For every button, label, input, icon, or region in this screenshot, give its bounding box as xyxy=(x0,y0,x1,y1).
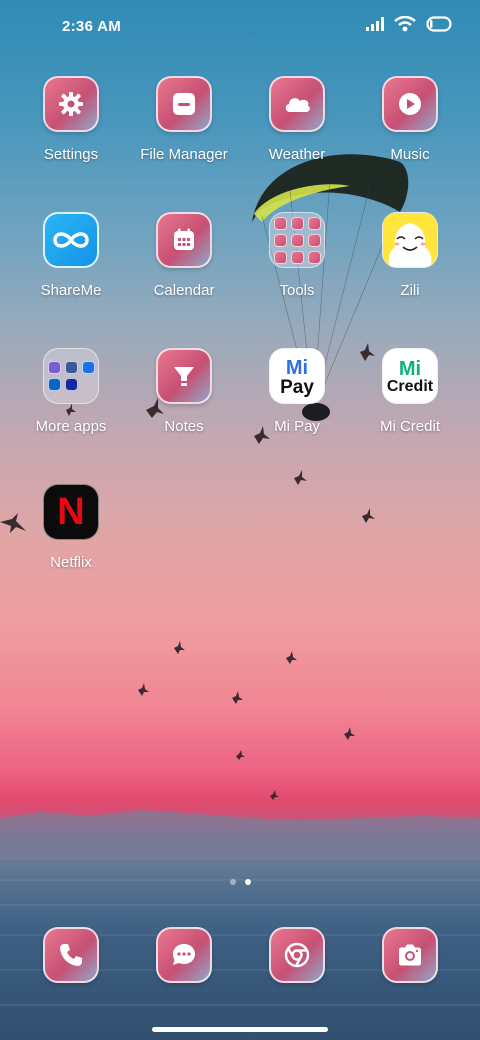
mini-app-icon xyxy=(307,233,321,247)
mi-credit-icon: Mi Credit xyxy=(382,348,438,404)
app-label: Mi Pay xyxy=(274,418,320,435)
app-label: Settings xyxy=(43,146,99,163)
settings-icon xyxy=(43,76,99,132)
app-label: Netflix xyxy=(50,554,92,571)
dock-phone[interactable] xyxy=(43,927,99,983)
app-label: Mi Credit xyxy=(379,418,440,435)
app-mi-credit[interactable]: Mi Credit Mi Credit xyxy=(354,348,466,435)
cellular-signal-icon xyxy=(366,17,384,31)
page-indicator xyxy=(0,879,480,885)
app-file-manager[interactable]: File Manager xyxy=(128,76,240,163)
folder-more-apps[interactable]: More apps xyxy=(15,348,127,435)
mi-pay-icon-bottom: Pay xyxy=(280,376,314,398)
app-label: Zili xyxy=(400,282,420,299)
calendar-icon xyxy=(156,212,212,268)
more-apps-folder-icon xyxy=(43,348,99,404)
mini-app-icon xyxy=(307,250,321,264)
zili-face-icon xyxy=(382,212,438,268)
status-time: 2:36 AM xyxy=(62,18,122,35)
wifi-icon xyxy=(394,16,416,32)
app-weather[interactable]: Weather xyxy=(241,76,353,163)
mi-pay-icon-top: Mi xyxy=(285,356,309,379)
tools-folder-icon xyxy=(269,212,325,268)
mini-app-icon xyxy=(290,250,304,264)
mini-app-icon xyxy=(273,216,287,230)
mi-credit-icon-top: Mi xyxy=(398,358,422,380)
app-mi-pay[interactable]: Mi Pay Mi Pay xyxy=(241,348,353,435)
chrome-icon xyxy=(284,942,310,968)
dock-chrome[interactable] xyxy=(269,927,325,983)
status-bar: 2:36 AM xyxy=(0,0,480,56)
mini-app-icon xyxy=(290,216,304,230)
app-label: Tools xyxy=(279,282,315,299)
mini-app-icon xyxy=(47,378,61,391)
battery-icon xyxy=(426,16,452,32)
mini-app-slot xyxy=(82,378,95,391)
app-label: More apps xyxy=(35,418,107,435)
notes-icon xyxy=(156,348,212,404)
app-shareme[interactable]: ShareMe xyxy=(15,212,127,299)
mini-app-icon xyxy=(273,233,287,247)
mini-app-icon xyxy=(81,361,95,374)
app-label: Notes xyxy=(164,418,204,435)
phone-icon xyxy=(60,944,82,966)
app-label: File Manager xyxy=(140,146,228,163)
camera-icon xyxy=(399,944,421,966)
app-label: ShareMe xyxy=(40,282,102,299)
mi-pay-icon: Mi Pay xyxy=(269,348,325,404)
mini-app-icon xyxy=(64,378,78,391)
folder-tools[interactable]: Tools xyxy=(241,212,353,299)
infinity-icon xyxy=(43,212,99,268)
page-dot-active[interactable] xyxy=(244,879,251,885)
mini-app-icon xyxy=(307,216,321,230)
app-notes[interactable]: Notes xyxy=(128,348,240,435)
app-settings[interactable]: Settings xyxy=(15,76,127,163)
netflix-icon: N xyxy=(43,484,99,540)
messaging-icon xyxy=(173,944,195,965)
netflix-logo-letter: N xyxy=(57,490,85,533)
mountains xyxy=(0,810,480,860)
play-icon xyxy=(382,76,438,132)
app-music[interactable]: Music xyxy=(354,76,466,163)
mi-credit-icon-bottom: Credit xyxy=(386,378,434,395)
app-label: Music xyxy=(390,146,430,163)
dock-camera[interactable] xyxy=(382,927,438,983)
mini-app-icon xyxy=(47,361,61,374)
app-netflix[interactable]: N Netflix xyxy=(15,484,127,571)
home-indicator[interactable] xyxy=(152,1027,328,1032)
mini-app-icon xyxy=(64,361,78,374)
status-icons xyxy=(366,16,452,32)
app-zili[interactable]: Zili xyxy=(354,212,466,299)
folder-icon xyxy=(156,76,212,132)
cloud-icon xyxy=(269,76,325,132)
app-label: Weather xyxy=(268,146,326,163)
app-label: Calendar xyxy=(153,282,215,299)
app-calendar[interactable]: Calendar xyxy=(128,212,240,299)
mini-app-icon xyxy=(290,233,304,247)
page-dot[interactable] xyxy=(229,879,236,885)
mini-app-icon xyxy=(273,250,287,264)
dock-messaging[interactable] xyxy=(156,927,212,983)
